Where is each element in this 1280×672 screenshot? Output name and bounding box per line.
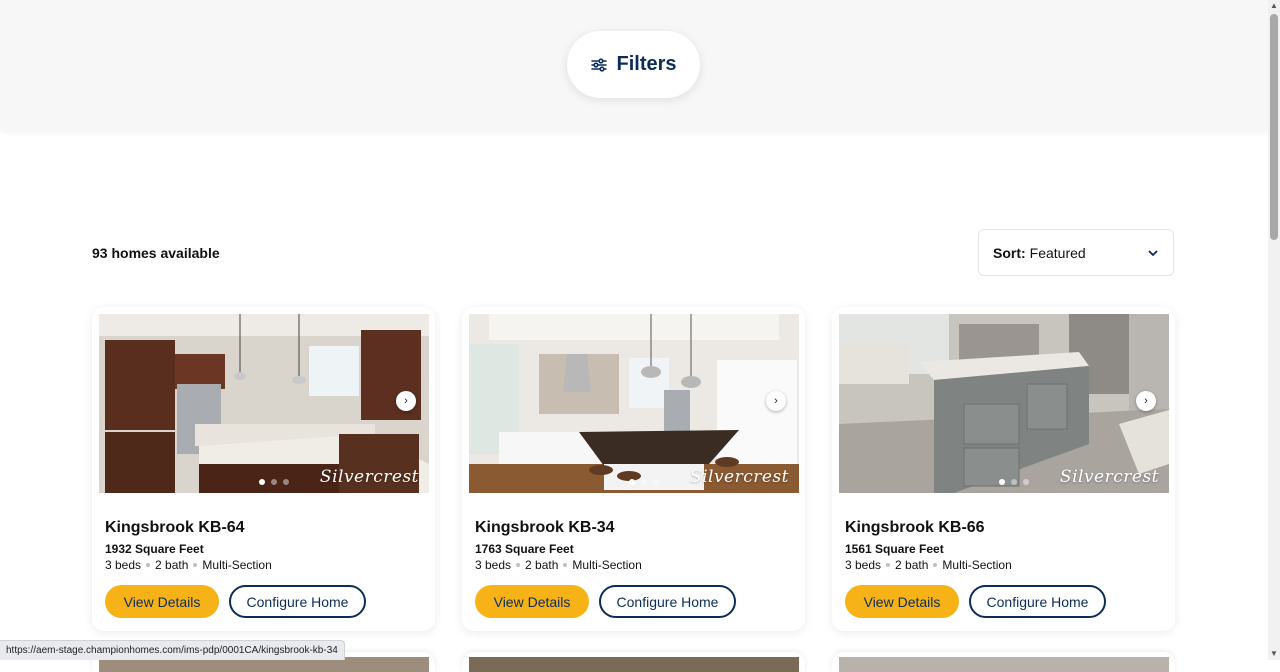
carousel-dots: [629, 479, 659, 485]
home-photo: [469, 657, 799, 672]
home-baths: 2 bath: [525, 558, 559, 572]
sort-dropdown[interactable]: Sort: Featured: [978, 229, 1174, 276]
next-photo-button[interactable]: ›: [766, 391, 786, 411]
results-count: 93 homes available: [92, 245, 220, 261]
sliders-icon: [591, 57, 608, 72]
home-title: Kingsbrook KB-34: [475, 519, 615, 536]
carousel-dot[interactable]: [271, 479, 277, 485]
home-type: Multi-Section: [202, 558, 272, 572]
home-photo-carousel[interactable]: › Silvercrest: [99, 314, 429, 493]
carousel-dot[interactable]: [259, 479, 265, 485]
home-baths: 2 bath: [895, 558, 929, 572]
carousel-dot[interactable]: [629, 479, 635, 485]
home-card-next-row: [462, 652, 805, 672]
home-specs: 3 beds 2 bath Multi-Section: [845, 558, 1012, 572]
home-beds: 3 beds: [105, 558, 142, 572]
home-square-feet: 1763 Square Feet: [475, 542, 574, 556]
brand-watermark: Silvercrest: [319, 467, 419, 487]
carousel-dot[interactable]: [283, 479, 289, 485]
configure-home-button[interactable]: Configure Home: [599, 585, 736, 618]
brand-watermark: Silvercrest: [689, 467, 789, 487]
carousel-dots: [999, 479, 1029, 485]
filters-button[interactable]: Filters: [567, 31, 700, 98]
home-square-feet: 1932 Square Feet: [105, 542, 204, 556]
home-photo-carousel[interactable]: › Silvercrest: [469, 314, 799, 493]
home-card: › Silvercrest Kingsbrook KB-64 1932 Squa…: [92, 307, 435, 631]
status-bar-url: https://aem-stage.championhomes.com/ims-…: [0, 640, 345, 660]
separator-dot: [516, 563, 521, 567]
scroll-up-icon[interactable]: ▲: [1268, 0, 1280, 12]
scroll-down-icon[interactable]: ▼: [1268, 648, 1280, 660]
separator-dot: [146, 563, 151, 567]
separator-dot: [563, 563, 568, 567]
separator-dot: [933, 563, 938, 567]
filter-bar: Filters: [0, 0, 1268, 130]
home-card: › Silvercrest Kingsbrook KB-66 1561 Squa…: [832, 307, 1175, 631]
home-photo-carousel[interactable]: › Silvercrest: [839, 314, 1169, 493]
home-title: Kingsbrook KB-66: [845, 519, 985, 536]
home-type: Multi-Section: [942, 558, 1012, 572]
configure-home-button[interactable]: Configure Home: [969, 585, 1106, 618]
home-beds: 3 beds: [845, 558, 882, 572]
sort-value: Featured: [1029, 244, 1086, 261]
page-scrollbar[interactable]: ▲ ▼: [1268, 0, 1280, 660]
carousel-dot[interactable]: [641, 479, 647, 485]
home-photo: [839, 657, 1169, 672]
home-card-next-row: [832, 652, 1175, 672]
configure-home-button[interactable]: Configure Home: [229, 585, 366, 618]
home-beds: 3 beds: [475, 558, 512, 572]
home-square-feet: 1561 Square Feet: [845, 542, 944, 556]
sort-label: Sort:: [993, 244, 1026, 261]
carousel-dot[interactable]: [1011, 479, 1017, 485]
next-photo-button[interactable]: ›: [396, 391, 416, 411]
carousel-dots: [259, 479, 289, 485]
home-card: › Silvercrest Kingsbrook KB-34 1763 Squa…: [462, 307, 805, 631]
separator-dot: [886, 563, 891, 567]
home-specs: 3 beds 2 bath Multi-Section: [105, 558, 272, 572]
next-photo-button[interactable]: ›: [1136, 391, 1156, 411]
filters-label: Filters: [616, 53, 677, 75]
separator-dot: [193, 563, 198, 567]
carousel-dot[interactable]: [653, 479, 659, 485]
brand-watermark: Silvercrest: [1059, 467, 1159, 487]
home-baths: 2 bath: [155, 558, 189, 572]
carousel-dot[interactable]: [999, 479, 1005, 485]
home-specs: 3 beds 2 bath Multi-Section: [475, 558, 642, 572]
view-details-button[interactable]: View Details: [475, 585, 589, 618]
scrollbar-thumb[interactable]: [1270, 14, 1278, 240]
home-type: Multi-Section: [572, 558, 642, 572]
view-details-button[interactable]: View Details: [105, 585, 219, 618]
home-title: Kingsbrook KB-64: [105, 519, 245, 536]
carousel-dot[interactable]: [1023, 479, 1029, 485]
chevron-down-icon: [1148, 249, 1158, 256]
view-details-button[interactable]: View Details: [845, 585, 959, 618]
